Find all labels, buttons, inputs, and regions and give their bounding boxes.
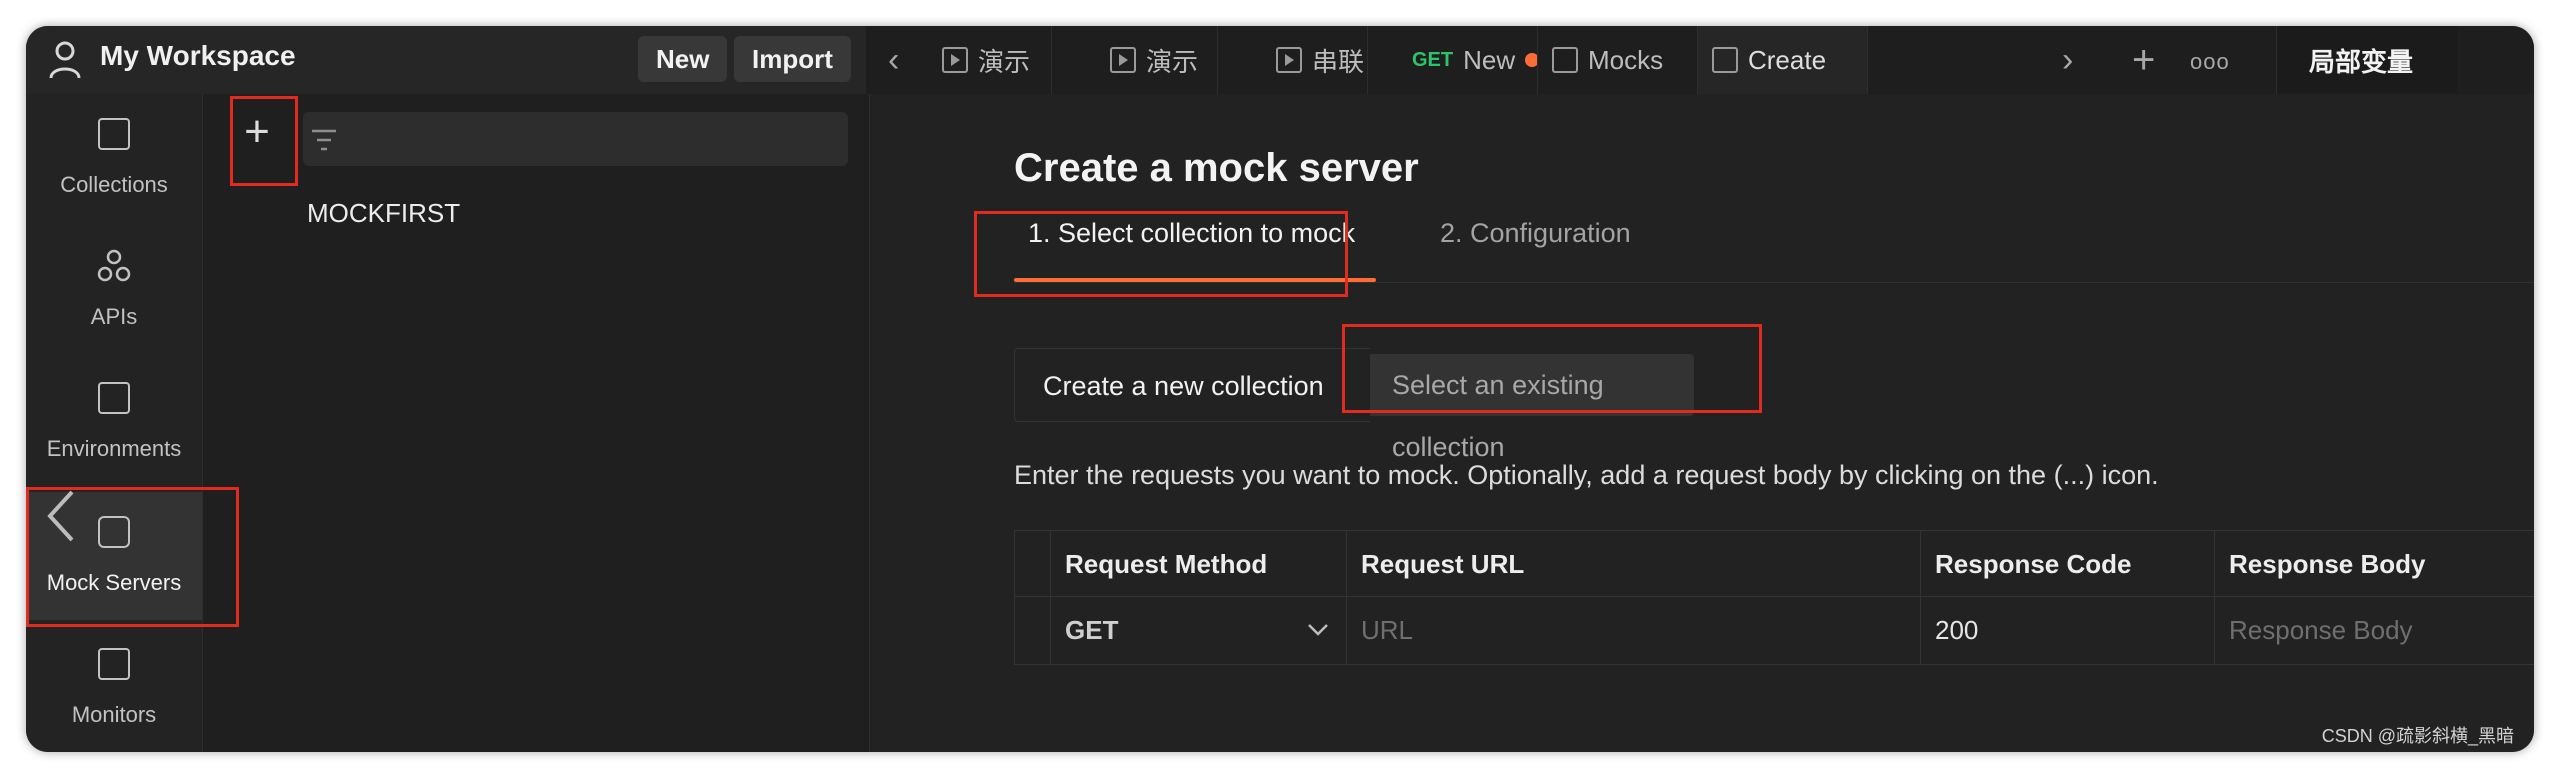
environments-icon [98, 382, 130, 414]
mock-servers-icon [98, 516, 130, 548]
response-code-input[interactable]: 200 [1921, 597, 2215, 665]
rail-item-label: APIs [90, 304, 138, 329]
play-icon [1110, 47, 1136, 73]
environment-selector[interactable]: 局部变量 [2276, 26, 2457, 94]
tabs-scroll-left-icon[interactable]: ‹ [888, 40, 899, 80]
tab-3[interactable]: 串联 [1218, 26, 1368, 94]
sidebar-item-mockfirst[interactable]: MOCKFIRST [307, 198, 460, 229]
monitors-icon [98, 648, 130, 680]
response-body-input[interactable]: Response Body [2215, 597, 2534, 665]
import-button[interactable]: Import [734, 36, 851, 82]
app-window: My Workspace New Import ‹ 演示 演示 串联 GET N… [26, 26, 2534, 752]
step-2-tab[interactable]: 2. Configuration [1440, 218, 1631, 249]
tab-4[interactable]: GET New [1368, 26, 1538, 94]
chevron-down-icon [1308, 624, 1328, 636]
play-icon [1276, 47, 1302, 73]
tab-3-label: 串联 [1312, 46, 1365, 77]
new-button[interactable]: New [638, 36, 728, 82]
table-gutter [1015, 531, 1051, 597]
tab-4-method: GET [1412, 48, 1454, 71]
collections-icon [98, 118, 130, 150]
select-existing-collection-option[interactable]: Select an existing collection [1370, 354, 1694, 462]
filter-input[interactable] [303, 112, 848, 166]
active-step-underline [1014, 278, 1376, 282]
rail-item-label: Mock Servers [46, 570, 182, 595]
apis-icon [97, 249, 131, 282]
rail-item-apis[interactable]: APIs [26, 226, 202, 354]
tab-5[interactable]: Mocks [1538, 26, 1698, 94]
step-1-tab[interactable]: 1. Select collection to mock [1028, 218, 1355, 249]
steps-divider [1014, 282, 2534, 283]
sidebar-panel: + MOCKFIRST [203, 94, 870, 752]
rail-item-label: Monitors [71, 702, 157, 727]
requests-table: Request Method Request URL Response Code… [1014, 530, 2534, 665]
new-tab-plus-icon[interactable]: + [2132, 40, 2155, 80]
tabs-scroll-right-icon[interactable]: › [2062, 40, 2073, 80]
rail-item-label: Collections [60, 172, 168, 197]
header-request-method: Request Method [1051, 531, 1347, 597]
play-icon [942, 47, 968, 73]
main-content: Create a mock server 1. Select collectio… [870, 94, 2534, 752]
mock-server-icon [1552, 47, 1578, 73]
rail-item-collections[interactable]: Collections [26, 94, 202, 222]
left-rail: Collections APIs Environments Mock Serve… [26, 94, 203, 752]
workspace-title[interactable]: My Workspace [100, 40, 296, 72]
tab-1-label: 演示 [978, 46, 1031, 77]
collapse-arrow-icon[interactable] [42, 486, 82, 546]
request-url-input[interactable]: URL [1347, 597, 1921, 665]
header-response-code: Response Code [1921, 531, 2215, 597]
tab-2[interactable]: 演示 [1078, 26, 1218, 94]
header-response-body: Response Body [2215, 531, 2534, 597]
rail-item-label: Environments [46, 436, 182, 461]
request-method-value: GET [1065, 615, 1119, 645]
tab-5-label: Mocks [1588, 44, 1664, 75]
add-mock-server-plus-icon[interactable]: + [237, 102, 277, 162]
tab-4-label: New [1463, 44, 1516, 75]
more-tabs-icon[interactable]: ooo [2190, 42, 2230, 82]
tab-2-label: 演示 [1146, 46, 1199, 77]
environment-label: 局部变量 [2309, 47, 2414, 77]
rail-item-environments[interactable]: Environments [26, 358, 202, 486]
user-icon [49, 41, 81, 79]
tab-6-active[interactable]: Create [1698, 26, 1868, 94]
filter-icon [312, 129, 336, 151]
unsaved-dot-icon [1525, 53, 1537, 67]
instructions-text: Enter the requests you want to mock. Opt… [1014, 460, 2159, 490]
workspace-header: My Workspace New Import [26, 26, 866, 94]
watermark: CSDN @疏影斜横_黑暗 [2321, 726, 2514, 746]
create-new-collection-option[interactable]: Create a new collection [1014, 348, 1370, 422]
header-request-url: Request URL [1347, 531, 1921, 597]
rail-item-monitors[interactable]: Monitors [26, 624, 202, 752]
page-title: Create a mock server [1014, 146, 1419, 190]
tab-1[interactable]: 演示 [942, 26, 1052, 94]
table-gutter [1015, 597, 1051, 665]
request-method-select[interactable]: GET [1051, 597, 1347, 665]
mock-server-icon [1712, 47, 1738, 73]
tab-bar: ‹ 演示 演示 串联 GET New Mocks Create › + ooo [866, 26, 2534, 94]
tab-6-label: Create [1748, 44, 1827, 75]
